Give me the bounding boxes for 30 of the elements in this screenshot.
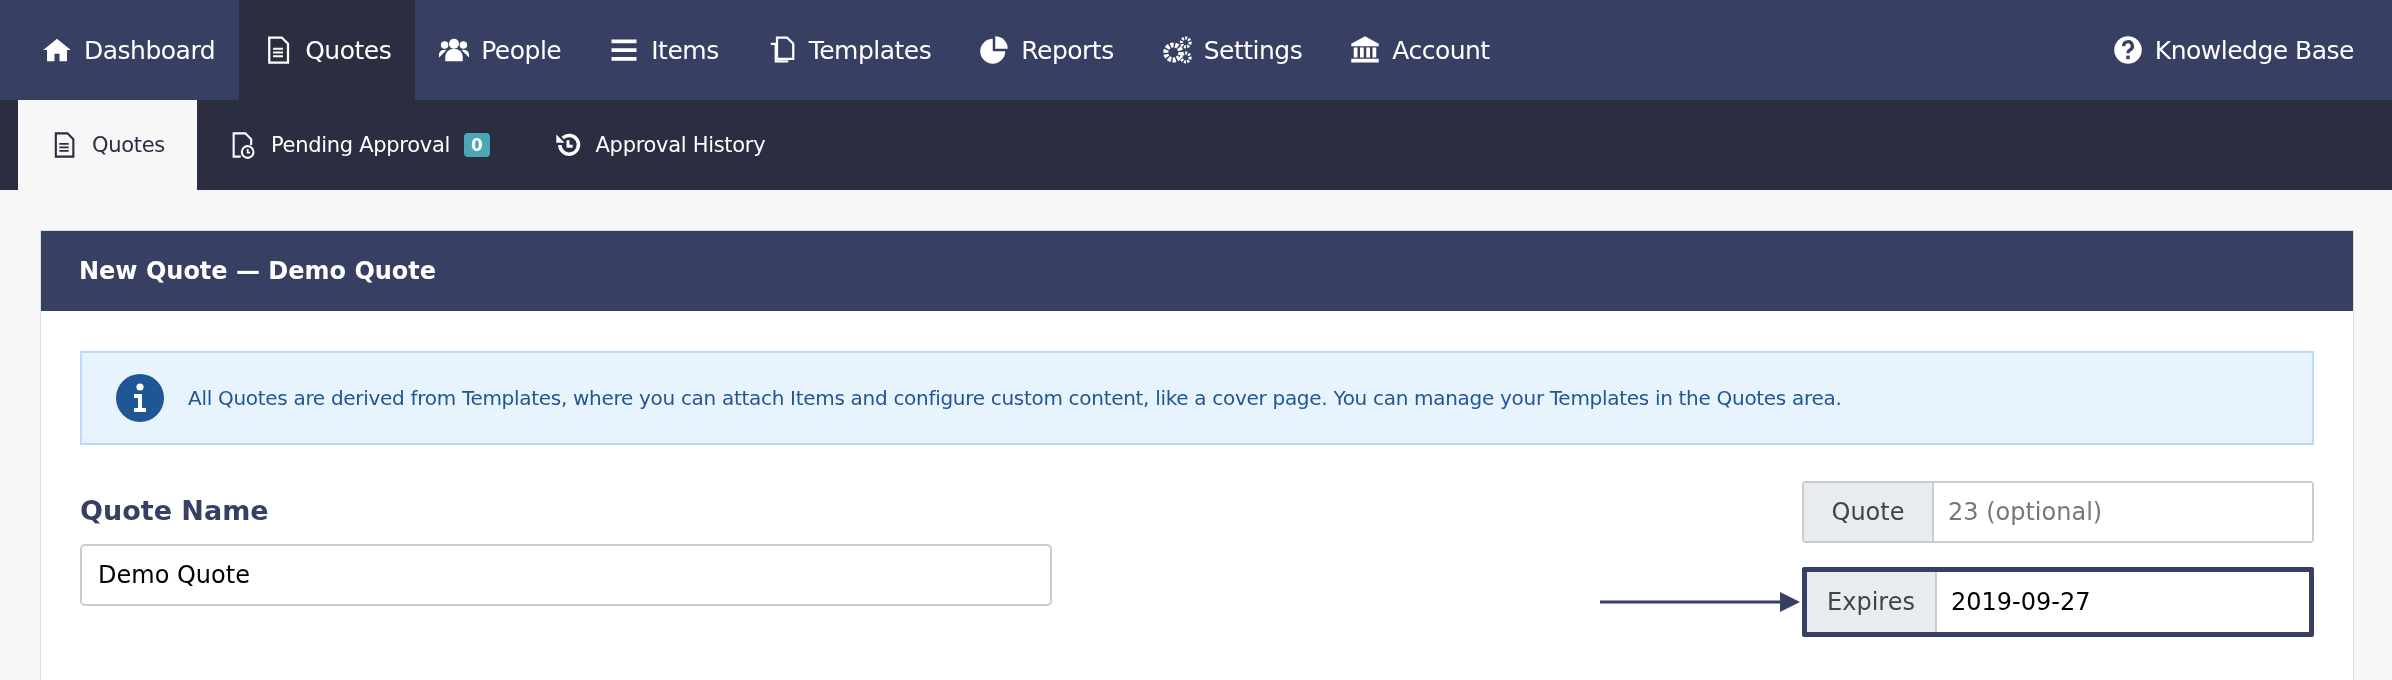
info-text: All Quotes are derived from Templates, where you can attach Items and configure custom content, like a cover page. You can manage your Templates in the Quotes area.: [188, 386, 1842, 410]
nav-tab[interactable]: People: [415, 0, 586, 100]
sub-tab[interactable]: Quotes: [18, 100, 197, 190]
bank-icon: [1350, 35, 1381, 65]
history-icon: [553, 131, 582, 159]
sub-tab[interactable]: Approval History: [521, 100, 798, 190]
sub-tab[interactable]: Pending Approval 0: [197, 100, 522, 190]
input-addon: Expires: [1807, 572, 1937, 632]
gears-icon: [1161, 35, 1192, 65]
nav-tab[interactable]: Account: [1326, 0, 1514, 100]
input-group[interactable]: Quote 23 (optional): [1802, 481, 2314, 543]
pie-chart-icon: [979, 35, 1010, 65]
card-title: New Quote — Demo Quote: [79, 257, 437, 285]
help-icon: [2112, 35, 2143, 65]
quote-name-field[interactable]: Demo Quote: [80, 544, 1052, 606]
nav-tab[interactable]: Items: [585, 0, 743, 100]
nav-tab[interactable]: Templates: [742, 0, 956, 100]
knowledge-base-link[interactable]: Knowledge Base: [2088, 0, 2392, 100]
count-badge: 0: [464, 133, 490, 157]
field-label: Quote Name: [80, 495, 270, 526]
nav-tab[interactable]: Settings: [1137, 0, 1327, 100]
input-addon: Quote: [1804, 483, 1934, 541]
sub-tab-label: Approval History: [595, 133, 766, 157]
sub-tab-label: Quotes: [92, 133, 165, 157]
nav-tab[interactable]: Reports: [955, 0, 1138, 100]
sub-tab-label: Pending Approval: [271, 133, 450, 157]
nav-tab[interactable]: Dashboard: [18, 0, 240, 100]
input-group[interactable]: Expires 2019-09-27: [1802, 567, 2314, 637]
info-icon: [116, 374, 164, 422]
nav-tab[interactable]: Quotes: [239, 0, 416, 100]
